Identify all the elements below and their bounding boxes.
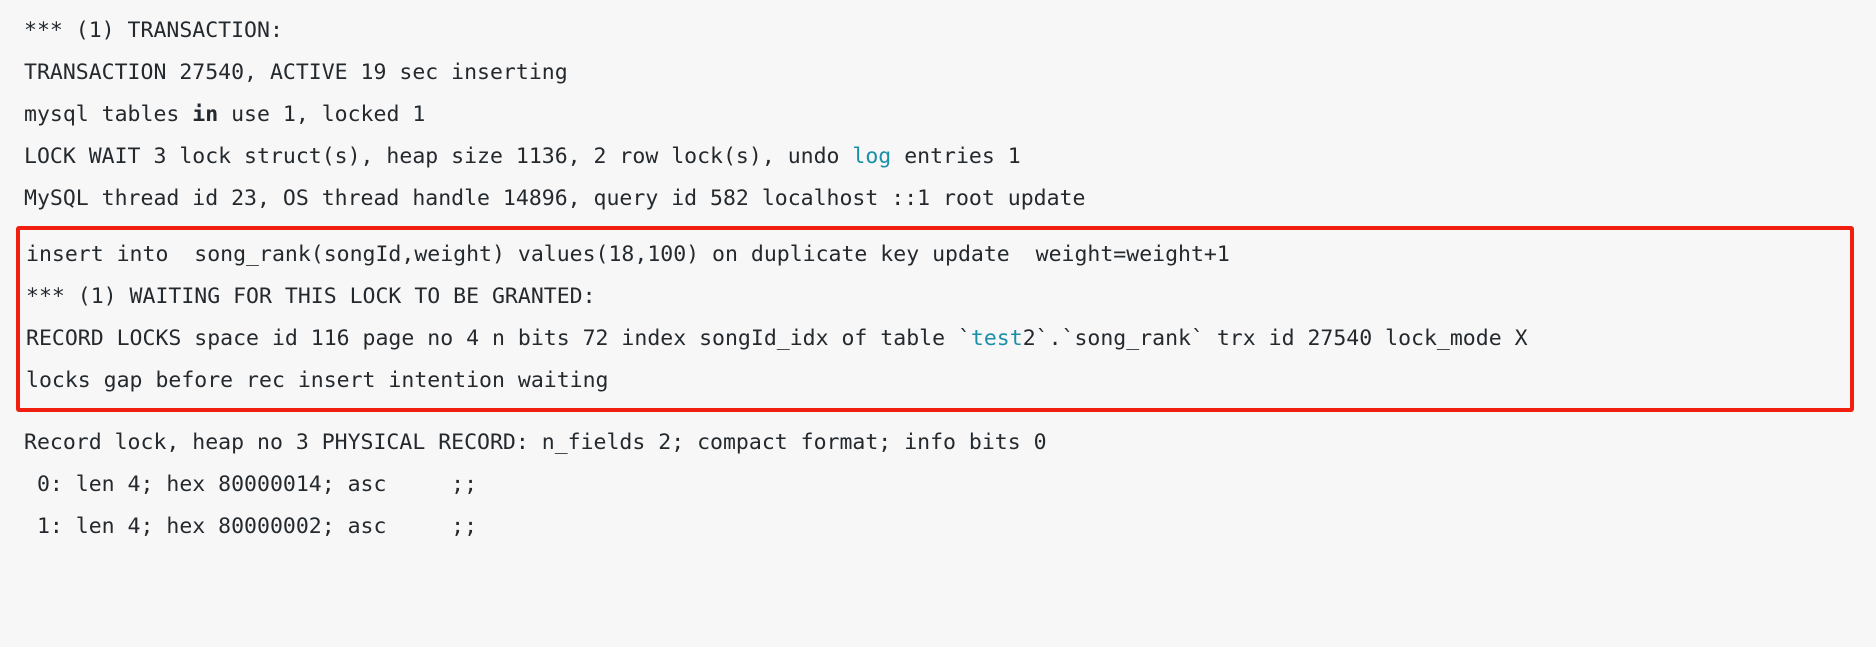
keyword-in: in — [192, 102, 219, 127]
keyword-log: log — [852, 144, 892, 169]
log-line-insert-statement: insert into song_rank(songId,weight) val… — [20, 234, 1850, 276]
log-line-transaction-id: TRANSACTION 27540, ACTIVE 19 sec inserti… — [0, 52, 1876, 94]
log-text-part: LOCK WAIT 3 lock struct(s), heap size 11… — [24, 144, 853, 169]
log-line-waiting-for-lock: *** (1) WAITING FOR THIS LOCK TO BE GRAN… — [20, 276, 1850, 318]
log-line-record-lock-physical: Record lock, heap no 3 PHYSICAL RECORD: … — [0, 418, 1876, 464]
log-line-record-locks: RECORD LOCKS space id 116 page no 4 n bi… — [20, 318, 1850, 360]
log-line-thread-info: MySQL thread id 23, OS thread handle 148… — [0, 178, 1876, 220]
log-text-part: mysql tables — [24, 102, 193, 127]
log-line-lock-wait: LOCK WAIT 3 lock struct(s), heap size 11… — [0, 136, 1876, 178]
keyword-test: test — [970, 326, 1023, 351]
log-text: Record lock, heap no 3 PHYSICAL RECORD: … — [24, 430, 1047, 455]
log-text: 1: len 4; hex 80000002; asc ;; — [24, 514, 478, 539]
log-text: 0: len 4; hex 80000014; asc ;; — [24, 472, 478, 497]
innodb-status-code-block: *** (1) TRANSACTION: TRANSACTION 27540, … — [0, 0, 1876, 647]
log-text-part: 2`.`song_rank` trx id 27540 lock_mode X — [1022, 326, 1528, 351]
highlighted-region: insert into song_rank(songId,weight) val… — [16, 226, 1854, 412]
log-text-part: use 1, locked 1 — [218, 102, 426, 127]
log-text: insert into song_rank(songId,weight) val… — [26, 242, 1230, 267]
log-line-mysql-tables: mysql tables in use 1, locked 1 — [0, 94, 1876, 136]
log-text: locks gap before rec insert intention wa… — [26, 368, 609, 393]
log-text: *** (1) WAITING FOR THIS LOCK TO BE GRAN… — [26, 284, 596, 309]
log-line-transaction-header: *** (1) TRANSACTION: — [0, 10, 1876, 52]
log-text: *** (1) TRANSACTION: — [24, 18, 283, 43]
log-line-field-0: 0: len 4; hex 80000014; asc ;; — [0, 464, 1876, 506]
log-line-locks-gap: locks gap before rec insert intention wa… — [20, 360, 1850, 402]
log-text: TRANSACTION 27540, ACTIVE 19 sec inserti… — [24, 60, 568, 85]
log-text: MySQL thread id 23, OS thread handle 148… — [24, 186, 1086, 211]
log-line-field-1: 1: len 4; hex 80000002; asc ;; — [0, 506, 1876, 548]
log-text-part: RECORD LOCKS space id 116 page no 4 n bi… — [26, 326, 971, 351]
log-text-part: entries 1 — [891, 144, 1021, 169]
